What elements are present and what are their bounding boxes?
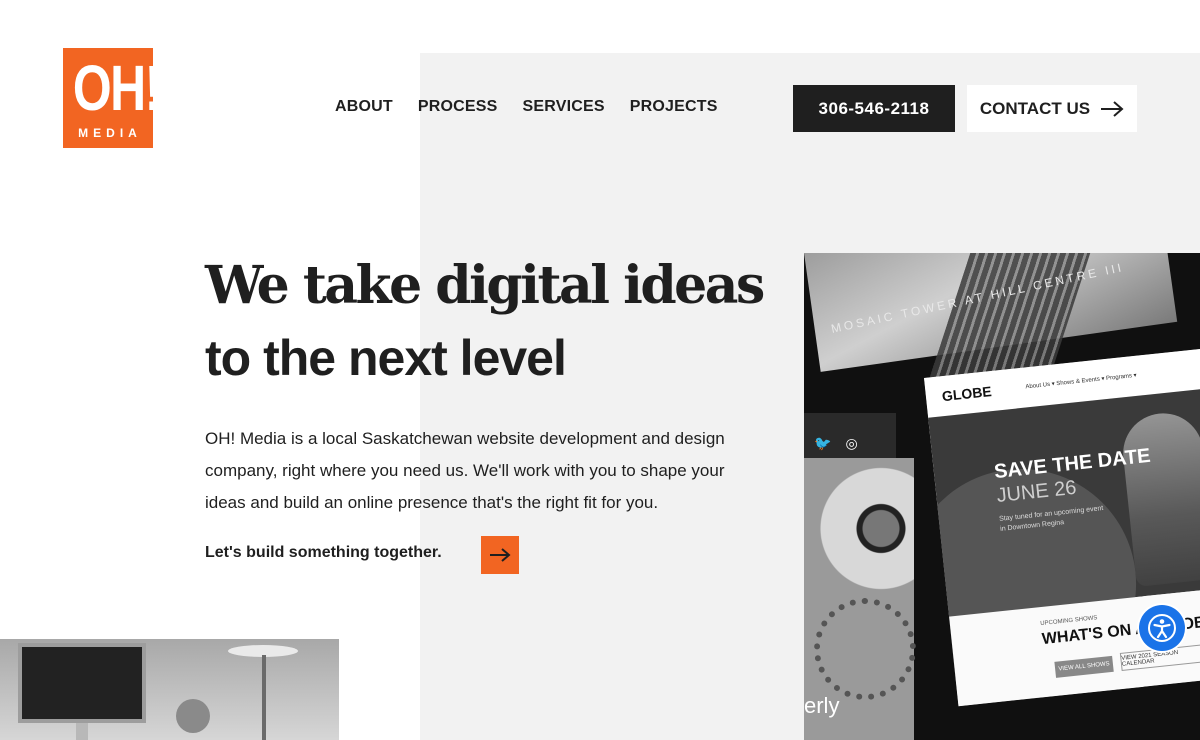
logo-sub-text: MEDIA — [78, 126, 142, 140]
globe-menu: About Us ▾ Shows & Events ▾ Programs ▾ — [1025, 372, 1137, 391]
instagram-icon: ◎ — [845, 434, 858, 451]
fragment-word: erly — [804, 693, 840, 718]
contact-us-button[interactable]: CONTACT US — [967, 85, 1137, 132]
twitter-icon: 🐦 — [814, 434, 832, 451]
accessibility-button[interactable] — [1139, 605, 1185, 651]
globe-hero: SAVE THE DATE JUNE 26 Stay tuned for an … — [924, 386, 1200, 707]
cta-arrow-button[interactable] — [481, 536, 519, 574]
main-nav: ABOUT PROCESS SERVICES PROJECTS — [335, 98, 718, 116]
globe-theatre-screenshot: GLOBE About Us ▾ Shows & Events ▾ Progra… — [924, 346, 1200, 707]
hero-intro-paragraph: OH! Media is a local Saskatchewan websit… — [205, 429, 725, 512]
contact-us-label: CONTACT US — [979, 98, 1091, 118]
dotted-circle-decoration — [814, 598, 916, 700]
portfolio-collage-image: MOSAIC TOWER AT HILL CENTRE III 🐦 ◎ erly… — [804, 253, 1200, 740]
lamp-pole — [262, 655, 266, 740]
nav-item-about[interactable]: ABOUT — [335, 98, 393, 116]
monitor-shape — [18, 643, 146, 723]
desk-object — [176, 699, 210, 733]
globe-logo: GLOBE — [941, 383, 993, 405]
office-photo — [0, 639, 339, 740]
accessibility-icon — [1148, 614, 1176, 642]
hero-headline-line1: We take digital ideas — [205, 255, 765, 316]
hero-headline-line2: to the next level — [205, 330, 567, 386]
arrow-right-icon — [490, 548, 511, 562]
cta-text[interactable]: Let's build something together. — [205, 544, 442, 562]
nav-item-projects[interactable]: PROJECTS — [630, 98, 718, 116]
monitor-stand — [76, 723, 88, 740]
oh-media-logo[interactable]: OH! MEDIA — [63, 48, 161, 148]
view-all-shows: VIEW ALL SHOWS — [1054, 655, 1114, 678]
phone-number: 306-546-2118 — [818, 98, 930, 118]
logo-main-text: OH! — [72, 52, 161, 124]
phone-button[interactable]: 306-546-2118 — [793, 85, 955, 132]
nav-item-services[interactable]: SERVICES — [523, 98, 605, 116]
nav-item-process[interactable]: PROCESS — [418, 98, 498, 116]
arrow-right-icon — [1101, 100, 1124, 117]
